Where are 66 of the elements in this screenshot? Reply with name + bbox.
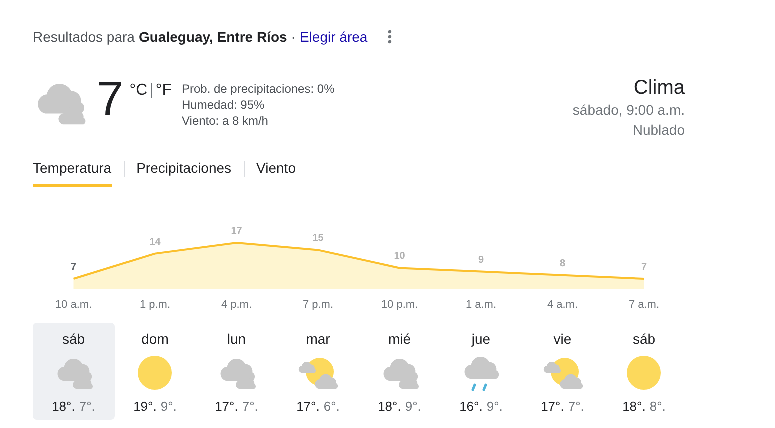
day-name: mar <box>306 331 330 347</box>
unit-separator: | <box>150 82 154 100</box>
more-options-icon[interactable] <box>388 30 392 44</box>
high-temperature: 18°. <box>52 399 76 414</box>
day-forecast[interactable]: vie 17°. 7°. <box>522 323 604 420</box>
weather-detail: Prob. de precipitaciones: 0% <box>182 81 335 97</box>
chart-tab[interactable]: Temperatura <box>33 156 112 187</box>
day-name: lun <box>227 331 246 347</box>
low-temperature: 9°. <box>486 399 503 414</box>
high-temperature: 19°. <box>134 399 157 414</box>
time-label: 7 a.m. <box>628 299 660 311</box>
time-label: 4 p.m. <box>221 299 252 311</box>
day-name: sáb <box>632 331 656 347</box>
day-forecast[interactable]: sáb 18°. 8°. <box>604 323 685 420</box>
time-label: 7 p.m. <box>302 299 334 311</box>
time-label: 1 a.m. <box>466 299 497 311</box>
temperature-label: 8 <box>560 258 566 270</box>
high-temperature: 17°. <box>296 399 320 414</box>
time-label: 1 p.m. <box>140 299 171 311</box>
time-label: 4 a.m. <box>547 299 578 311</box>
chart-tab[interactable]: Viento <box>256 156 296 187</box>
low-temperature: 7°. <box>568 399 584 414</box>
temperature-label: 17 <box>231 226 242 237</box>
separator-dot: · <box>291 29 296 45</box>
temperature-label: 10 <box>394 251 406 262</box>
temperature-label: 14 <box>150 236 161 248</box>
high-temperature: 17°. <box>215 399 238 414</box>
weather-detail: Viento: a 8 km/h <box>182 113 270 129</box>
current-temperature: 7 <box>97 76 124 124</box>
day-forecast[interactable]: sáb 18°. 7°. <box>33 323 114 420</box>
time-label: 10 a.m. <box>55 299 92 311</box>
day-name: mié <box>388 331 412 347</box>
choose-area-link[interactable]: Elegir área <box>300 29 368 45</box>
fahrenheit-toggle[interactable]: °F <box>156 82 172 100</box>
temperature-label: 7 <box>641 262 648 273</box>
low-temperature: 8°. <box>650 399 666 414</box>
day-forecast[interactable]: jue 16°. 9°. <box>440 323 522 420</box>
day-forecast[interactable]: mié 18°. 9°. <box>359 323 440 420</box>
high-temperature: 17°. <box>541 399 564 414</box>
day-name: sáb <box>62 331 86 347</box>
date-time: sábado, 9:00 a.m. <box>572 101 685 120</box>
chart-tab[interactable]: Precipitaciones <box>136 156 232 187</box>
condition-text: Nublado <box>632 121 685 140</box>
results-label: Resultados para <box>33 29 135 45</box>
temperature-label: 9 <box>478 254 484 266</box>
temperature-label: 15 <box>312 233 324 244</box>
low-temperature: 6°. <box>324 399 340 414</box>
day-forecast[interactable]: mar 17°. 6°. <box>278 323 359 420</box>
time-label: 10 p.m. <box>381 299 418 311</box>
celsius-toggle[interactable]: °C <box>130 82 148 100</box>
day-name: dom <box>142 331 169 347</box>
temperature-label: 7 <box>70 262 77 273</box>
high-temperature: 18°. <box>622 399 646 414</box>
day-name: vie <box>554 331 572 347</box>
low-temperature: 9°. <box>160 399 177 414</box>
high-temperature: 16°. <box>460 399 483 414</box>
low-temperature: 7°. <box>79 399 96 414</box>
day-name: jue <box>472 331 491 347</box>
weather-title: Clima <box>634 76 685 100</box>
high-temperature: 18°. <box>378 399 402 414</box>
day-forecast[interactable]: lun 17°. 7°. <box>196 323 278 420</box>
weather-detail: Humedad: 95% <box>182 97 266 113</box>
day-forecast[interactable]: dom 19°. 9°. <box>114 323 196 420</box>
low-temperature: 7°. <box>242 399 258 414</box>
location-name: Gualeguay, Entre Ríos <box>138 29 288 45</box>
low-temperature: 9°. <box>405 399 422 414</box>
